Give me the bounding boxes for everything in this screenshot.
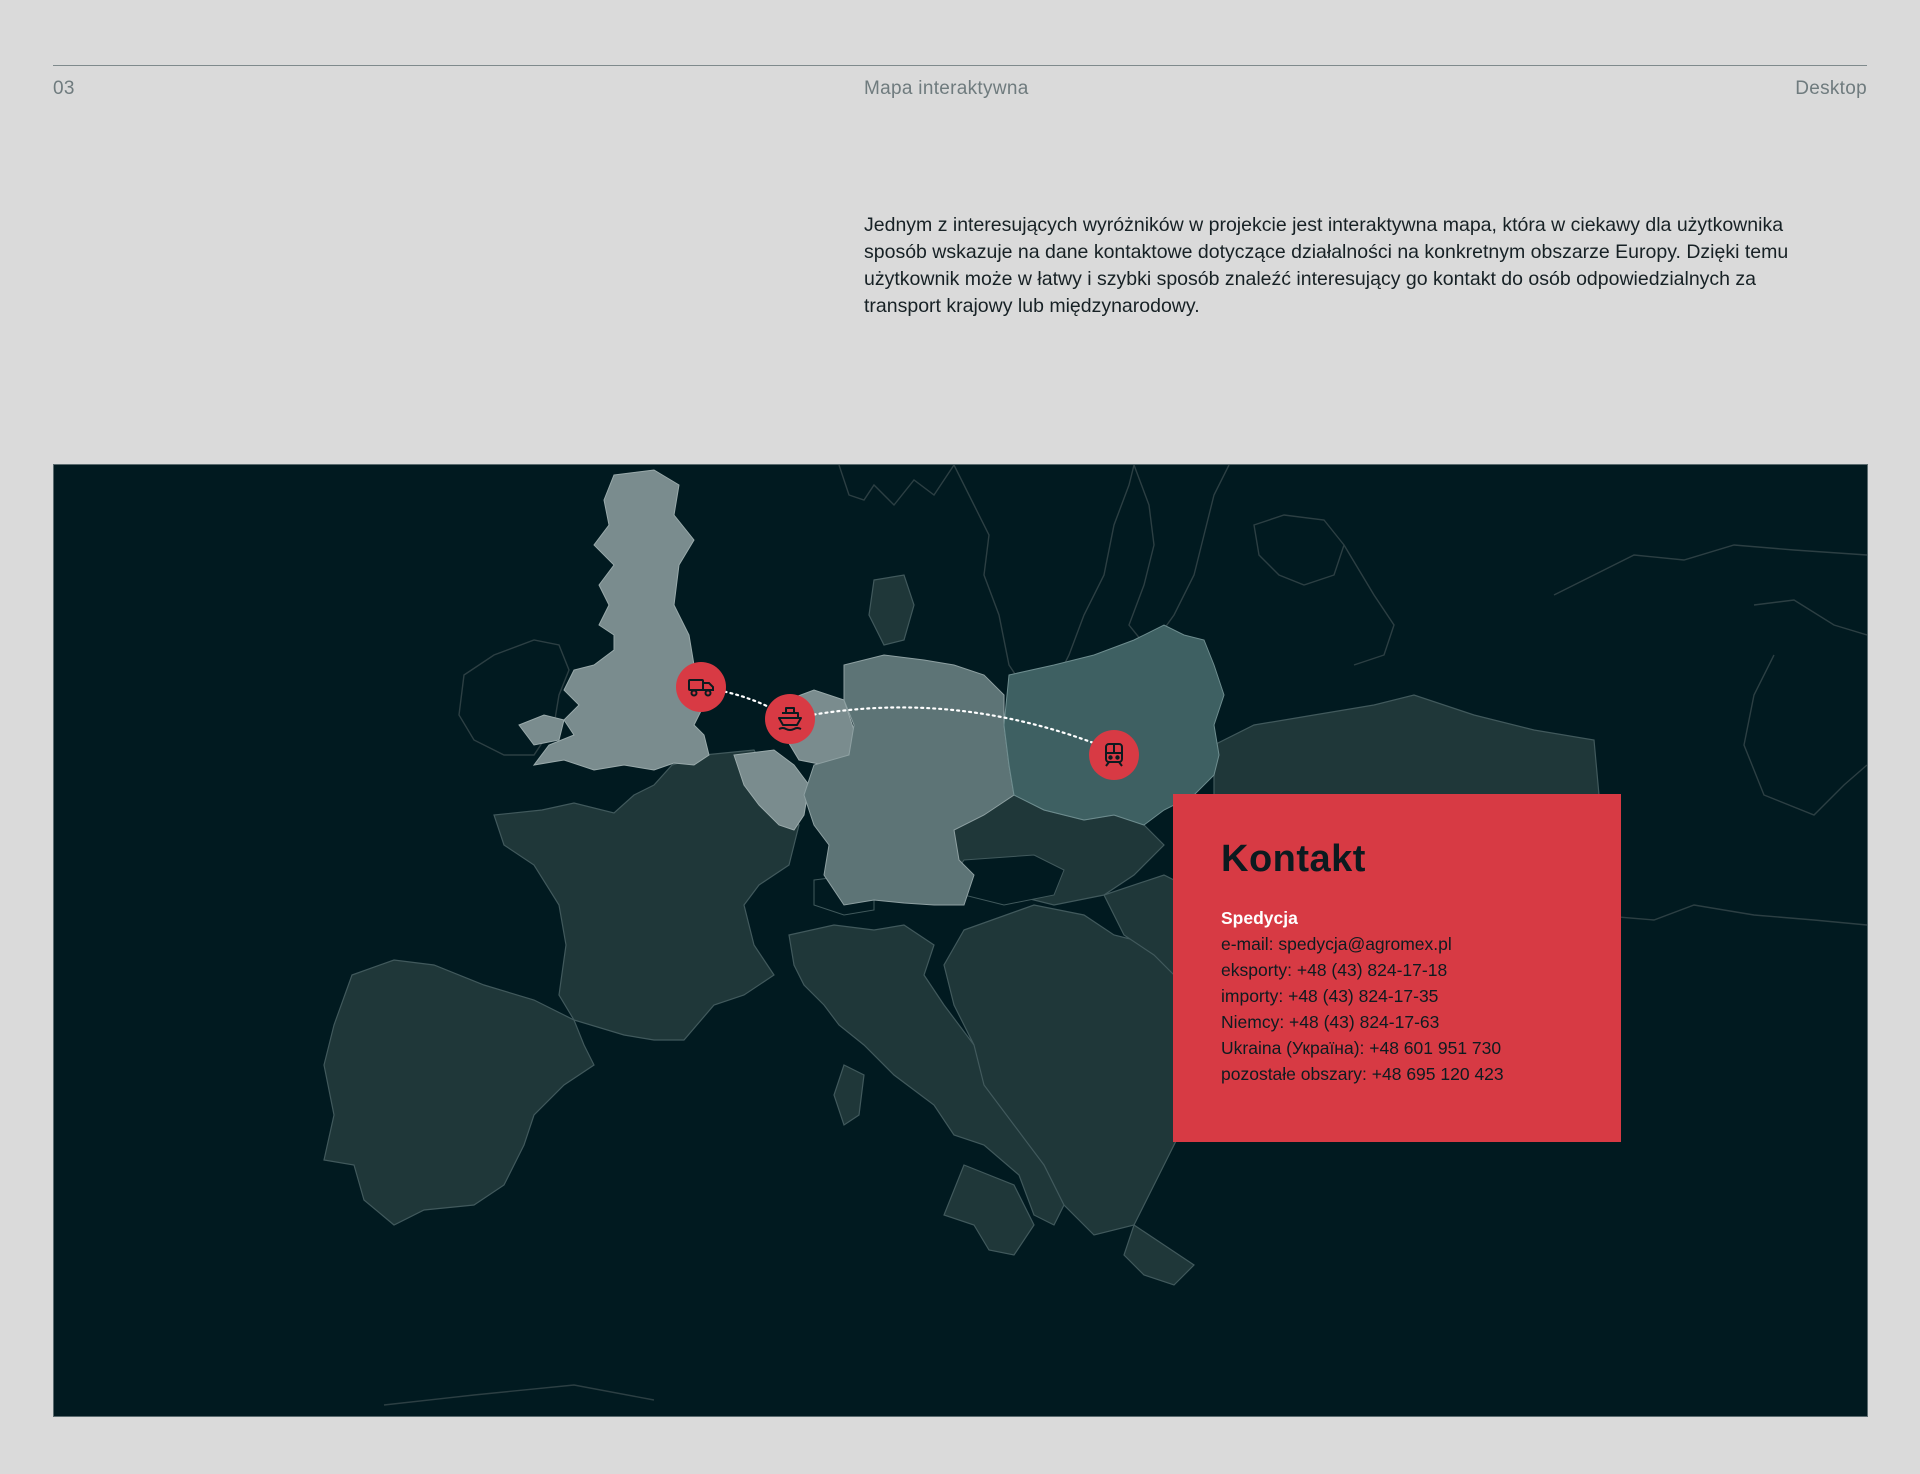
contact-title: Kontakt — [1221, 838, 1366, 880]
truck-icon — [688, 679, 714, 697]
page-number: 03 — [53, 78, 75, 99]
pin-uk[interactable] — [676, 662, 726, 712]
contact-ukraine[interactable]: Ukraina (Україна): +48 601 951 730 — [1221, 1035, 1573, 1061]
contact-department: Spedycja — [1221, 908, 1298, 928]
intro-paragraph: Jednym z interesujących wyróżników w pro… — [864, 214, 1789, 317]
ship-icon — [778, 707, 802, 731]
contact-email[interactable]: e-mail: spedycja@agromex.pl — [1221, 931, 1573, 957]
top-divider — [53, 65, 1867, 66]
contact-germany[interactable]: Niemcy: +48 (43) 824-17-63 — [1221, 1009, 1573, 1035]
train-icon — [1105, 743, 1123, 767]
page-title: Mapa interaktywna — [864, 78, 1029, 99]
europe-map[interactable]: Kontakt Spedycja e-mail: spedycja@agrome… — [53, 464, 1868, 1417]
pin-poland[interactable] — [1089, 730, 1139, 780]
pin-netherlands[interactable] — [765, 694, 815, 744]
contact-card: Kontakt Spedycja e-mail: spedycja@agrome… — [1173, 794, 1621, 1142]
contact-exports[interactable]: eksporty: +48 (43) 824-17-18 — [1221, 957, 1573, 983]
contact-other[interactable]: pozostałe obszary: +48 695 120 423 — [1221, 1061, 1573, 1087]
contact-imports[interactable]: importy: +48 (43) 824-17-35 — [1221, 983, 1573, 1009]
device-label: Desktop — [1795, 78, 1867, 99]
